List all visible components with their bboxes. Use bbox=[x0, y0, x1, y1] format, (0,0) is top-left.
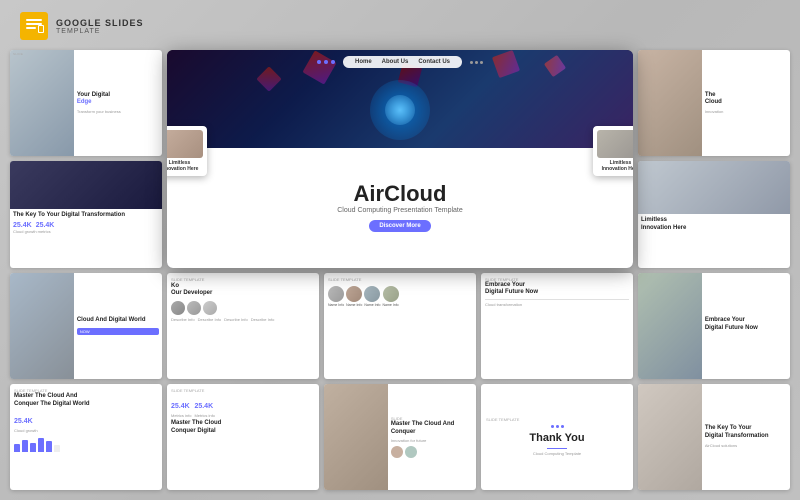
hero-discover-button[interactable]: Discover More bbox=[369, 220, 430, 232]
slide-thumb-r4c2[interactable]: SLIDE TEMPLATE 25.4K Metrics info 25.4K … bbox=[167, 384, 319, 490]
slide-stat-1: 25.4K bbox=[13, 222, 32, 229]
hero-card-left-text: Limitless Innovation Here bbox=[167, 160, 203, 172]
nav-contact[interactable]: Contact Us bbox=[418, 59, 450, 65]
slide-thumb-r3c5[interactable]: Embrace YourDigital Future Now bbox=[638, 273, 790, 379]
brand-label: GOOGLE SLIDES bbox=[56, 18, 144, 28]
hero-card-right-text: Limitless Innovation Here bbox=[597, 160, 633, 172]
slide-title-2: The Key To Your Digital Transformation bbox=[13, 212, 159, 220]
hero-content: AirCloud Cloud Computing Presentation Te… bbox=[167, 148, 633, 268]
hero-subtitle: Cloud Computing Presentation Template bbox=[337, 207, 463, 214]
slide-thumb-r4c3[interactable]: SLIDE Master The Cloud And Conquer Innov… bbox=[324, 384, 476, 490]
slide-title-5: TheCloud bbox=[705, 92, 787, 108]
slide-thumb-r3c3[interactable]: SLIDE TEMPLATE Name Info Name Info Name … bbox=[324, 273, 476, 379]
nav-about[interactable]: About Us bbox=[382, 59, 409, 65]
header-text: GOOGLE SLIDES TEMPLATE bbox=[56, 18, 144, 35]
slide-thumb-2[interactable]: The Key To Your Digital Transformation 2… bbox=[10, 161, 162, 267]
nav-home[interactable]: Home bbox=[355, 59, 372, 65]
header: GOOGLE SLIDES TEMPLATE bbox=[20, 12, 144, 40]
slide-thumb-r3c1[interactable]: Cloud And Digital World NOW bbox=[10, 273, 162, 379]
slide-thumb-r3c2[interactable]: SLIDE TEMPLATE KoOur Developer Describe … bbox=[167, 273, 319, 379]
slide-label-1: SLIDE bbox=[13, 52, 23, 56]
slide-thumb-5[interactable]: TheCloud Innovation bbox=[638, 50, 790, 156]
hero-card-left: Limitless Innovation Here bbox=[167, 126, 207, 176]
google-slides-icon bbox=[20, 12, 48, 40]
slide-thumb-6[interactable]: LimitlessInnovation Here bbox=[638, 161, 790, 267]
hero-slide[interactable]: Home About Us Contact Us AirCloud Cloud … bbox=[167, 50, 633, 268]
slides-grid: SLIDE Your DigitalEdge Transform your bu… bbox=[10, 50, 790, 490]
slide-thumb-r4c1[interactable]: SLIDE TEMPLATE Master The Cloud AndConqu… bbox=[10, 384, 162, 490]
slide-title-1: Your DigitalEdge bbox=[77, 92, 159, 108]
thank-you-text: Thank You bbox=[529, 432, 584, 445]
slide-thumb-r3c4[interactable]: SLIDE TEMPLATE Embrace YourDigital Futur… bbox=[481, 273, 633, 379]
hero-title: AirCloud bbox=[354, 183, 447, 205]
template-label: TEMPLATE bbox=[56, 28, 144, 35]
slide-thumb-1[interactable]: SLIDE Your DigitalEdge Transform your bu… bbox=[10, 50, 162, 156]
slide-stat-2: 25.4K bbox=[36, 222, 55, 229]
slide-thank-you[interactable]: SLIDE TEMPLATE Thank You Cloud Computing… bbox=[481, 384, 633, 490]
hero-card-right: Limitless Innovation Here bbox=[593, 126, 633, 176]
slide-thumb-r4c5[interactable]: The Key To YourDigital Transformation Ai… bbox=[638, 384, 790, 490]
hero-nav: Home About Us Contact Us bbox=[167, 56, 633, 68]
